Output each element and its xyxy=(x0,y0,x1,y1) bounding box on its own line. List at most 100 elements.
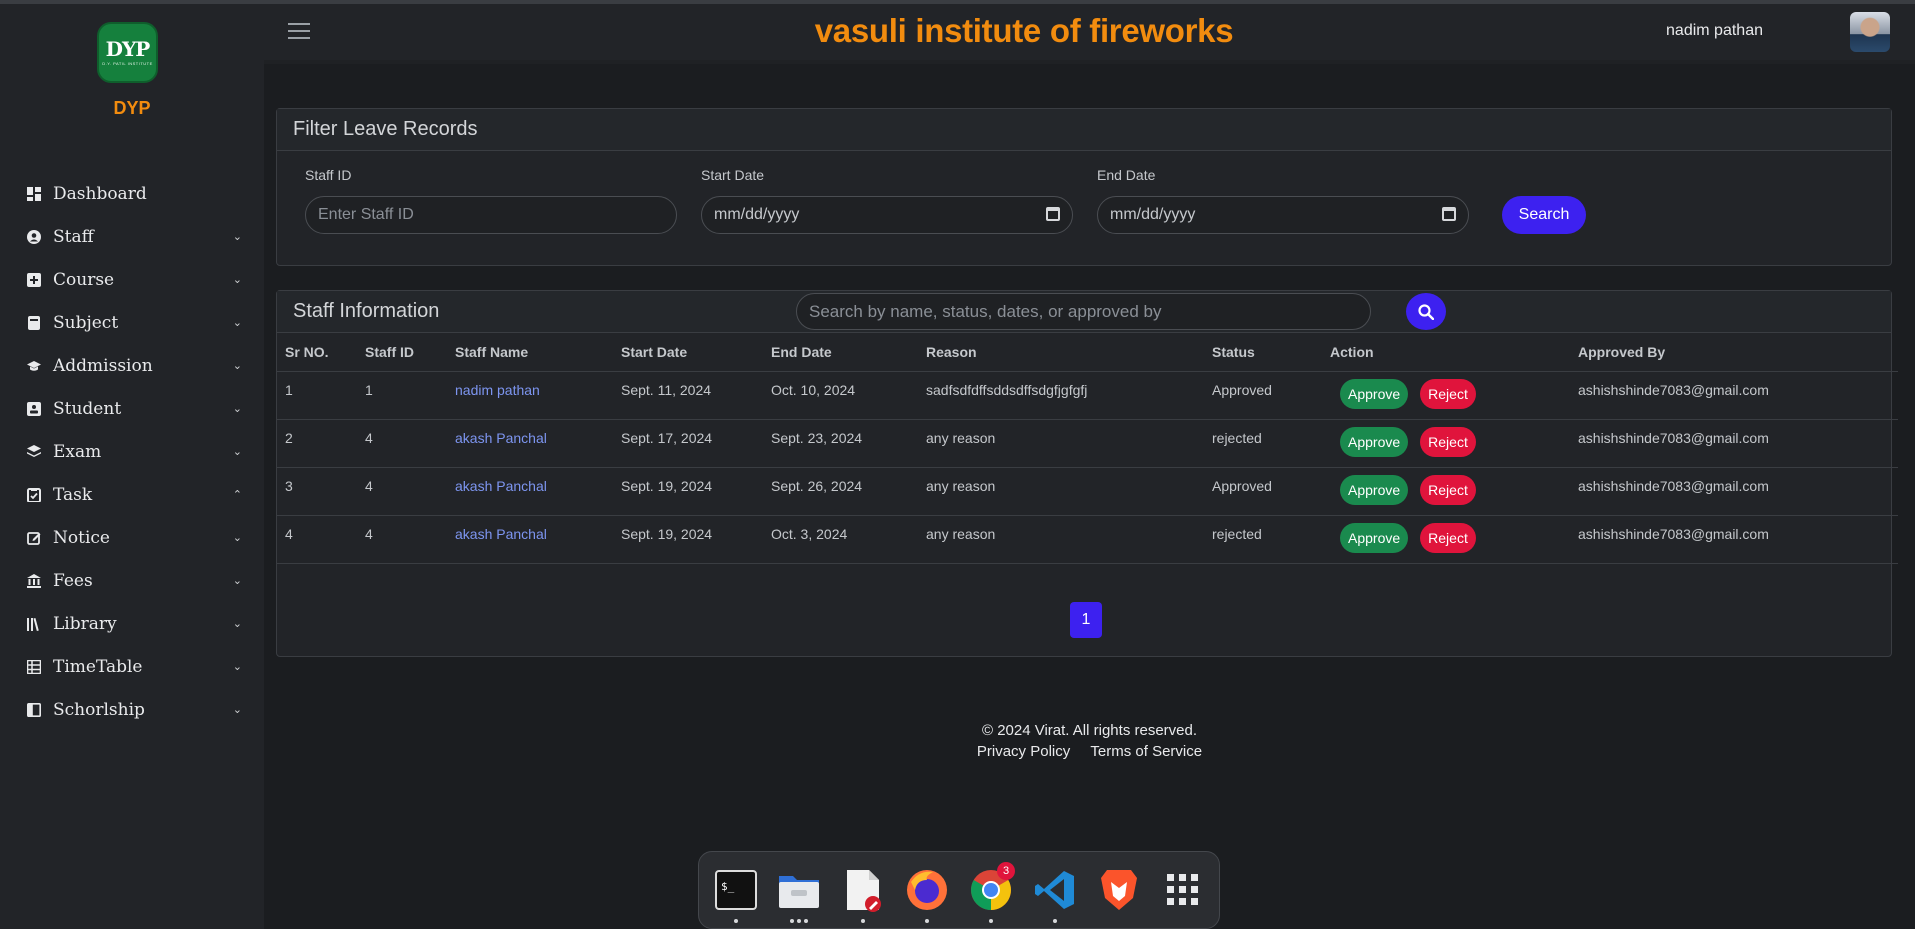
chevron-down-icon: ⌄ xyxy=(232,274,242,286)
terms-of-service-link[interactable]: Terms of Service xyxy=(1090,743,1202,760)
sidebar-item-subject[interactable]: Subject ⌄ xyxy=(0,301,264,344)
sidebar-item-label: Notice xyxy=(53,527,110,548)
chevron-down-icon: ⌄ xyxy=(232,231,242,243)
staff-id-field[interactable] xyxy=(305,196,677,234)
action-cell: Approve Reject xyxy=(1322,371,1570,420)
start-date-cell: Sept. 19, 2024 xyxy=(613,515,763,564)
firefox-icon[interactable] xyxy=(905,868,949,923)
approved-by-cell: ashishshinde7083@gmail.com xyxy=(1570,419,1898,468)
column-header: Approved By xyxy=(1570,333,1898,372)
end-date-cell: Sept. 26, 2024 xyxy=(763,467,918,516)
sr-cell: 1 xyxy=(277,371,357,420)
table-row: 2 4 akash Panchal Sept. 17, 2024 Sept. 2… xyxy=(277,419,1898,468)
reject-button[interactable]: Reject xyxy=(1420,522,1476,553)
taskbar-dock: $_ 3 xyxy=(698,851,1220,929)
end-date-field[interactable]: mm/dd/yyyy xyxy=(1097,196,1469,234)
filter-card: Filter Leave Records Staff ID Start Date… xyxy=(276,108,1892,266)
sidebar-item-exam[interactable]: Exam ⌄ xyxy=(0,430,264,473)
approved-by-cell: ashishshinde7083@gmail.com xyxy=(1570,371,1898,420)
staff-name-link[interactable]: akash Panchal xyxy=(447,467,613,516)
chevron-down-icon: ⌄ xyxy=(232,704,242,716)
sidebar-item-notice[interactable]: Notice ⌄ xyxy=(0,516,264,559)
vscode-icon[interactable] xyxy=(1033,868,1077,923)
column-header: Status xyxy=(1204,333,1322,372)
reject-button[interactable]: Reject xyxy=(1420,474,1476,505)
user-name[interactable]: nadim pathan xyxy=(1666,22,1763,40)
bank-icon xyxy=(27,573,41,588)
column-header: Sr NO. xyxy=(277,333,357,372)
end-date-cell: Oct. 10, 2024 xyxy=(763,371,918,420)
person-circle-icon xyxy=(27,229,41,244)
sidebar-item-label: Library xyxy=(53,613,117,634)
chrome-icon[interactable]: 3 xyxy=(969,862,1015,923)
staff-name-link[interactable]: nadim pathan xyxy=(447,371,613,420)
staff-id-cell: 4 xyxy=(357,515,447,564)
avatar[interactable] xyxy=(1850,12,1890,52)
table-row: 4 4 akash Panchal Sept. 19, 2024 Oct. 3,… xyxy=(277,515,1898,564)
column-header: Reason xyxy=(918,333,1204,372)
staff-name-link[interactable]: akash Panchal xyxy=(447,515,613,564)
approve-button[interactable]: Approve xyxy=(1340,474,1409,505)
layers-icon xyxy=(27,444,41,459)
column-header: Action xyxy=(1322,333,1570,372)
approve-button[interactable]: Approve xyxy=(1340,522,1409,553)
sidebar-item-library[interactable]: Library ⌄ xyxy=(0,602,264,645)
privacy-policy-link[interactable]: Privacy Policy xyxy=(977,743,1070,760)
approved-by-cell: ashishshinde7083@gmail.com xyxy=(1570,467,1898,516)
start-date-cell: Sept. 17, 2024 xyxy=(613,419,763,468)
pencil-square-icon xyxy=(27,531,41,545)
book-icon xyxy=(27,315,41,330)
sidebar-item-staff[interactable]: Staff ⌄ xyxy=(0,215,264,258)
files-icon[interactable] xyxy=(777,868,821,923)
search-icon-button[interactable] xyxy=(1406,293,1446,330)
sidebar-item-label: Exam xyxy=(53,441,102,462)
sidebar-item-timetable[interactable]: TimeTable ⌄ xyxy=(0,645,264,688)
text-editor-icon[interactable] xyxy=(841,868,885,923)
layout-sidebar-icon xyxy=(27,702,41,717)
sidebar-item-dashboard[interactable]: Dashboard xyxy=(0,172,264,215)
sidebar-item-schorlship[interactable]: Schorlship ⌄ xyxy=(0,688,264,731)
end-date-value: mm/dd/yyyy xyxy=(1110,206,1196,223)
calendar-icon[interactable] xyxy=(1046,207,1060,221)
app-grid-icon[interactable] xyxy=(1161,868,1205,912)
approve-button[interactable]: Approve xyxy=(1340,378,1409,409)
svg-text:$_: $_ xyxy=(721,880,735,893)
sidebar-item-fees[interactable]: Fees ⌄ xyxy=(0,559,264,602)
chevron-down-icon: ⌄ xyxy=(232,317,242,329)
approve-button[interactable]: Approve xyxy=(1340,426,1409,457)
plus-square-icon xyxy=(27,272,41,287)
brave-icon[interactable] xyxy=(1097,868,1141,912)
sidebar-item-addmission[interactable]: Addmission ⌄ xyxy=(0,344,264,387)
staff-id-input[interactable] xyxy=(318,206,676,224)
reject-button[interactable]: Reject xyxy=(1420,426,1476,457)
sidebar-item-course[interactable]: Course ⌄ xyxy=(0,258,264,301)
table-header-row: Sr NO. Staff ID Staff Name Start Date En… xyxy=(277,333,1898,372)
staff-name-link[interactable]: akash Panchal xyxy=(447,419,613,468)
end-date-cell: Oct. 3, 2024 xyxy=(763,515,918,564)
chevron-down-icon: ⌄ xyxy=(232,575,242,587)
table-search-field[interactable] xyxy=(796,293,1371,330)
header-divider xyxy=(264,60,1915,64)
column-header: Staff ID xyxy=(357,333,447,372)
pagination-page-1[interactable]: 1 xyxy=(1070,602,1102,638)
table-row: 3 4 akash Panchal Sept. 19, 2024 Sept. 2… xyxy=(277,467,1898,516)
sidebar-item-student[interactable]: Student ⌄ xyxy=(0,387,264,430)
staff-id-label: Staff ID xyxy=(305,167,352,183)
terminal-icon[interactable]: $_ xyxy=(714,868,758,923)
staff-id-cell: 4 xyxy=(357,467,447,516)
reject-button[interactable]: Reject xyxy=(1420,378,1476,409)
chevron-down-icon: ⌄ xyxy=(232,360,242,372)
table-row: 1 1 nadim pathan Sept. 11, 2024 Oct. 10,… xyxy=(277,371,1898,420)
staff-info-title: Staff Information xyxy=(293,300,440,322)
sidebar-item-label: Subject xyxy=(53,312,119,333)
calendar-icon[interactable] xyxy=(1442,207,1456,221)
search-button[interactable]: Search xyxy=(1502,196,1586,234)
filter-card-title: Filter Leave Records xyxy=(293,118,478,140)
sidebar-item-label: Dashboard xyxy=(53,183,147,204)
staff-id-cell: 1 xyxy=(357,371,447,420)
sidebar-item-task[interactable]: Task ⌃ xyxy=(0,473,264,516)
clipboard-check-icon xyxy=(27,487,41,502)
table-search-input[interactable] xyxy=(809,301,1370,322)
brand-logo[interactable]: DYP D.Y. PATIL INSTITUTE xyxy=(97,22,158,83)
start-date-field[interactable]: mm/dd/yyyy xyxy=(701,196,1073,234)
